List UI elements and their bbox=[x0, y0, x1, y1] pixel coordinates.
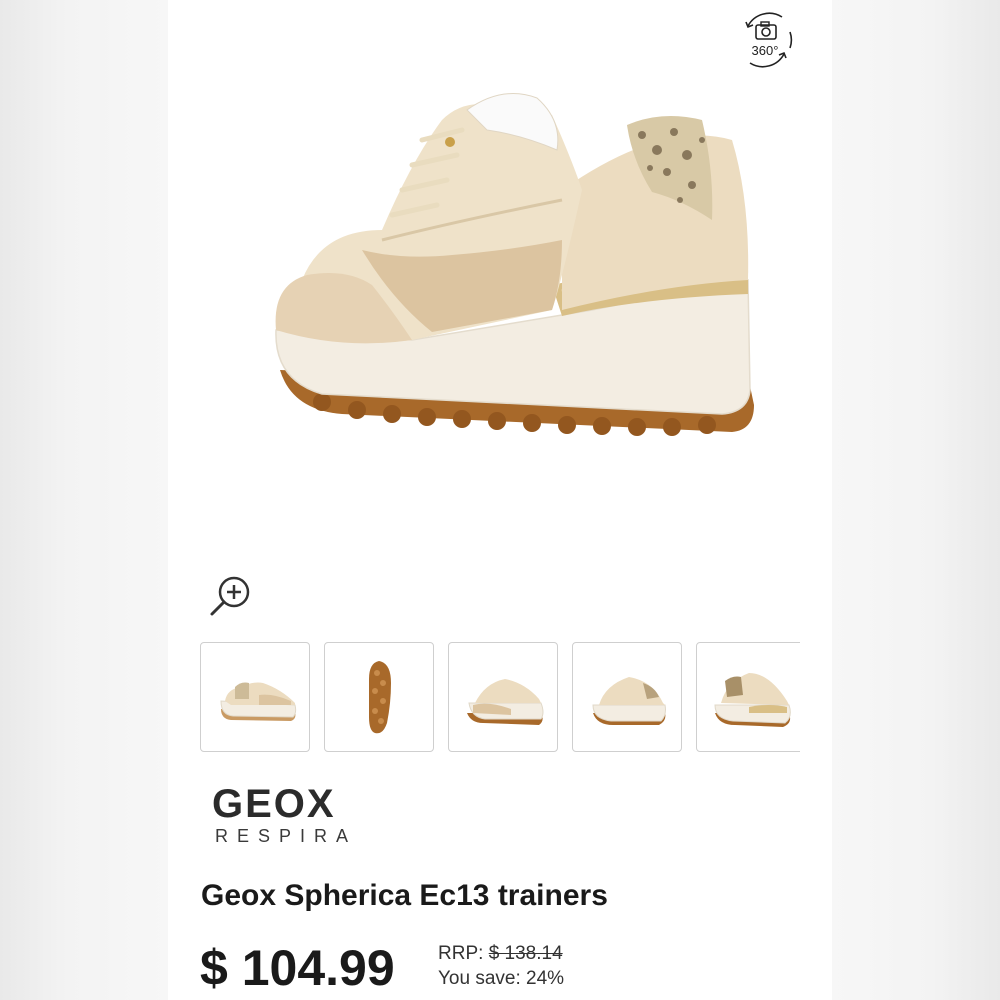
brand-logo: GEOX RESPIRA bbox=[212, 782, 392, 846]
thumbnail-5[interactable] bbox=[696, 642, 800, 752]
thumbnail-3[interactable] bbox=[448, 642, 558, 752]
sneaker-illustration bbox=[275, 93, 754, 436]
zoom-in-icon bbox=[210, 576, 250, 616]
brand-name: GEOX bbox=[212, 782, 336, 826]
sneaker-rear-angle-image bbox=[714, 673, 791, 727]
rrp-value: $ 138.14 bbox=[488, 943, 563, 964]
product-title: Geox Spherica Ec13 trainers bbox=[201, 879, 608, 912]
price-details: RRP: $ 138.14 You save: 24% bbox=[438, 941, 564, 991]
thumbnail-strip bbox=[200, 642, 800, 756]
brand-tagline: RESPIRA bbox=[215, 826, 358, 846]
sneaker-front-view-image bbox=[467, 679, 544, 725]
background-left bbox=[0, 0, 168, 1000]
product-main-image bbox=[262, 80, 762, 480]
thumbnail-4[interactable] bbox=[572, 642, 682, 752]
product-price: $ 104.99 bbox=[200, 940, 395, 996]
sneaker-sole-view-image bbox=[369, 661, 391, 734]
sneaker-rear-view-image bbox=[592, 677, 666, 725]
background-right bbox=[832, 0, 1000, 1000]
product-panel: 360° GEOX RESPIRA Geox Spherica Ec13 tra… bbox=[168, 0, 832, 1000]
view-360-button[interactable]: 360° bbox=[734, 8, 798, 72]
rrp-line: RRP: $ 138.14 bbox=[438, 941, 564, 966]
view-360-label: 360° bbox=[752, 43, 779, 58]
thumbnail-2[interactable] bbox=[324, 642, 434, 752]
camera-rotate-icon: 360° bbox=[745, 12, 793, 68]
zoom-button[interactable] bbox=[206, 570, 256, 620]
rrp-label: RRP: bbox=[438, 943, 484, 964]
savings-text: You save: 24% bbox=[438, 968, 565, 989]
sneaker-side-view-image bbox=[220, 682, 297, 721]
thumbnail-1[interactable] bbox=[200, 642, 310, 752]
